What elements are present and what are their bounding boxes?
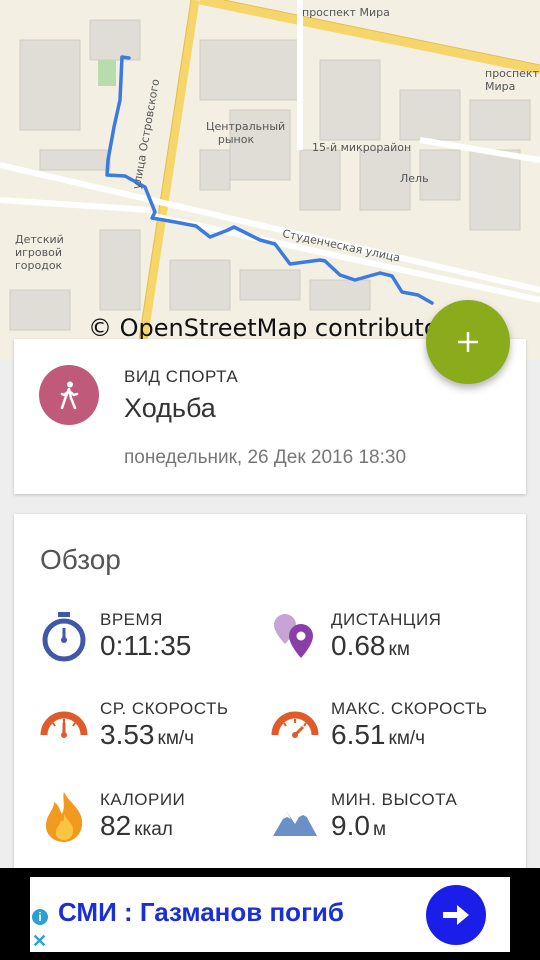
stopwatch-icon — [42, 612, 86, 662]
stat-min-altitude-number: 9.0 — [331, 810, 370, 841]
ad-open-button[interactable] — [426, 885, 486, 945]
stat-avg-speed-value: 3.53 км/ч — [100, 719, 194, 751]
stat-avg-speed-number: 3.53 — [100, 719, 155, 750]
map-attribution[interactable]: © OpenStreetMap contributors — [88, 314, 461, 342]
street-label-prospekt-mira-2: проспект Мира — [485, 67, 539, 93]
arrow-right-icon — [443, 905, 469, 925]
overview-card: Обзор ВРЕМЯ 0:11:35 ДИСТАНЦИЯ 0.68 км СР.… — [14, 514, 526, 874]
ad-bar: i ✕ СМИ : Газманов погиб — [0, 868, 540, 960]
place-label-playground: Детский игровой городок — [15, 233, 64, 272]
place-label-lel: Лель — [400, 172, 429, 185]
stat-distance: ДИСТАНЦИЯ 0.68 км — [271, 610, 511, 680]
stat-min-altitude: МИН. ВЫСОТА 9.0 м — [271, 790, 511, 860]
walking-person-icon — [60, 381, 79, 409]
stat-calories-label: КАЛОРИИ — [100, 790, 186, 809]
stat-calories-unit: ккал — [134, 819, 173, 840]
ad-banner[interactable]: i ✕ СМИ : Газманов погиб — [30, 877, 510, 952]
stat-max-speed: МАКС. СКОРОСТЬ 6.51 км/ч — [271, 699, 511, 769]
stat-time: ВРЕМЯ 0:11:35 — [40, 610, 280, 680]
place-label-central-market: Центральный рынок — [206, 120, 286, 146]
location-pins-icon — [274, 614, 313, 658]
add-button[interactable] — [426, 300, 510, 384]
stat-max-speed-number: 6.51 — [331, 719, 386, 750]
activity-date: понедельник, 26 Дек 2016 18:30 — [124, 447, 407, 468]
stat-distance-number: 0.68 — [331, 630, 386, 661]
stat-distance-value: 0.68 км — [331, 630, 410, 662]
stat-avg-speed: СР. СКОРОСТЬ 3.53 км/ч — [40, 699, 280, 769]
stat-max-speed-value: 6.51 км/ч — [331, 719, 425, 751]
speedometer-icon — [40, 711, 88, 738]
ad-info-icon[interactable]: i — [32, 909, 48, 925]
stat-calories-number: 82 — [100, 810, 132, 841]
overview-title: Обзор — [40, 544, 121, 575]
flame-icon — [45, 792, 83, 842]
stat-time-value: 0:11:35 — [100, 630, 191, 662]
stat-distance-label: ДИСТАНЦИЯ — [331, 610, 442, 629]
stat-max-speed-label: МАКС. СКОРОСТЬ — [331, 699, 488, 718]
stat-min-altitude-label: МИН. ВЫСОТА — [331, 790, 458, 809]
street-label-prospekt-mira: проспект Мира — [302, 6, 390, 19]
stat-min-altitude-unit: м — [372, 819, 386, 840]
speedometer-high-icon — [271, 711, 319, 738]
stat-min-altitude-value: 9.0 м — [331, 810, 386, 842]
stat-max-speed-unit: км/ч — [388, 728, 426, 749]
ad-headline[interactable]: СМИ : Газманов погиб — [58, 897, 344, 928]
stat-avg-speed-label: СР. СКОРОСТЬ — [100, 699, 229, 718]
sport-avatar — [39, 365, 99, 425]
stat-distance-unit: км — [388, 639, 410, 660]
stat-time-number: 0:11:35 — [100, 630, 192, 661]
ad-close-icon[interactable]: ✕ — [32, 931, 47, 952]
sport-type-name: Ходьба — [124, 393, 216, 423]
plus-icon — [458, 332, 478, 352]
sport-type-caption: ВИД СПОРТА — [124, 367, 239, 386]
stat-calories: КАЛОРИИ 82 ккал — [40, 790, 280, 860]
stat-avg-speed-unit: км/ч — [157, 728, 195, 749]
stat-time-label: ВРЕМЯ — [100, 610, 163, 629]
mountains-icon — [273, 810, 317, 836]
stat-calories-value: 82 ккал — [100, 810, 173, 842]
place-label-microdistrict: 15-й микрорайон — [312, 141, 412, 154]
